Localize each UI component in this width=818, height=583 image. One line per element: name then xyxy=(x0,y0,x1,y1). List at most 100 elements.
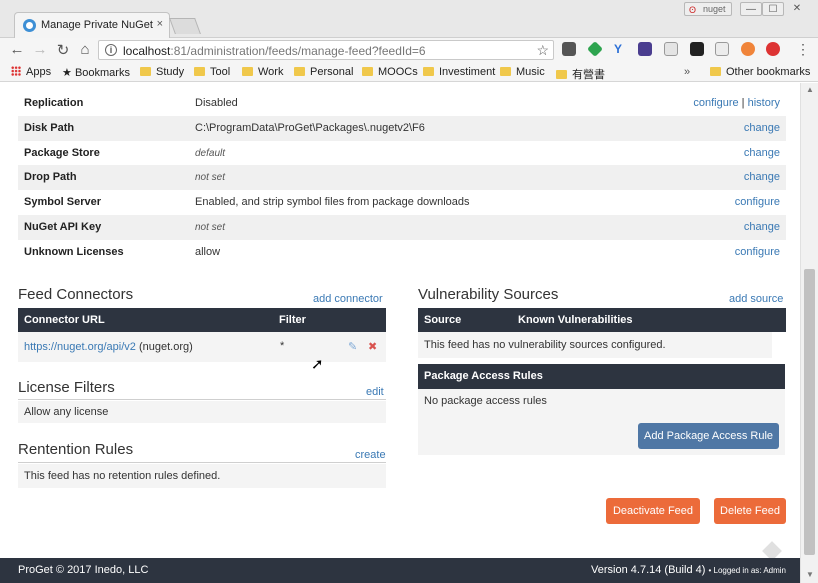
edit-connector-icon[interactable]: ✎ xyxy=(348,340,357,353)
bookmark-label: MOOCs xyxy=(378,66,418,78)
scroll-up-arrow-icon[interactable]: ▲ xyxy=(806,85,814,94)
create-retention-rule-link[interactable]: create xyxy=(355,449,386,461)
bookmark-apps[interactable]: Apps xyxy=(11,66,51,78)
bookmark-work[interactable]: Work xyxy=(242,66,283,78)
delete-connector-icon[interactable]: ✖ xyxy=(368,340,377,353)
add-connector-link[interactable]: add connector xyxy=(313,293,383,305)
apps-grid-icon xyxy=(11,66,21,76)
retention-row: This feed has no retention rules defined… xyxy=(18,464,386,488)
property-configure-link[interactable]: configure xyxy=(735,196,780,208)
bookmark-personal[interactable]: Personal xyxy=(294,66,353,78)
bookmark-label: 有營書 xyxy=(572,69,605,81)
bookmark-bookmarks[interactable]: ★ Bookmarks xyxy=(62,66,130,79)
folder-icon xyxy=(556,70,567,79)
property-label: Package Store xyxy=(24,146,100,159)
add-source-link[interactable]: add source xyxy=(729,293,783,305)
property-row: Package Store default change xyxy=(18,141,786,166)
vulnerability-sources-title: Vulnerability Sources xyxy=(418,286,559,303)
divider xyxy=(18,399,386,400)
bookmark-other[interactable]: Other bookmarks xyxy=(710,66,810,78)
add-package-access-rule-button[interactable]: Add Package Access Rule xyxy=(638,423,779,449)
tab-title: Manage Private NuGet F xyxy=(41,19,153,31)
bookmarks-overflow-icon[interactable]: » xyxy=(684,66,690,78)
connector-name: (nuget.org) xyxy=(138,341,193,353)
property-row: Symbol Server Enabled, and strip symbol f… xyxy=(18,190,786,215)
version-text: Version 4.7.14 (Build 4) xyxy=(591,564,706,576)
home-icon[interactable]: ⌂ xyxy=(76,41,94,58)
browser-tab[interactable]: Manage Private NuGet F × xyxy=(14,12,170,38)
reload-icon[interactable]: ↻ xyxy=(54,41,72,59)
property-history-link[interactable]: history xyxy=(748,97,780,109)
profile-name: nuget xyxy=(703,4,726,14)
source-header: Source xyxy=(424,314,462,326)
tab-close-icon[interactable]: × xyxy=(157,18,163,30)
close-window-button[interactable]: ✕ xyxy=(786,2,808,16)
back-icon[interactable]: ← xyxy=(8,41,26,58)
property-change-link[interactable]: change xyxy=(744,171,780,183)
logged-in-text: • Logged in as: Admin xyxy=(708,566,786,575)
feed-connectors-title: Feed Connectors xyxy=(18,286,134,303)
delete-feed-button[interactable]: Delete Feed xyxy=(714,498,786,524)
bookmark-chinese[interactable]: 有營書 xyxy=(556,66,605,82)
browser-menu-icon[interactable]: ⋮ xyxy=(796,41,810,58)
folder-icon xyxy=(362,67,373,76)
feed-properties-table: Replication Disabled configure | history Di… xyxy=(18,91,786,265)
property-change-link[interactable]: change xyxy=(744,122,780,134)
bookmark-label: Investiment xyxy=(439,66,496,78)
connector-url-link[interactable]: https://nuget.org/api/v2 xyxy=(24,341,136,353)
connector-cell: https://nuget.org/api/v2 (nuget.org) xyxy=(24,341,193,353)
scroll-thumb[interactable] xyxy=(804,269,815,555)
bookmark-music[interactable]: Music xyxy=(500,66,545,78)
page-content: Replication Disabled configure | history Di… xyxy=(0,83,800,558)
media-extension-icon[interactable] xyxy=(690,42,704,56)
onenote-extension-icon[interactable] xyxy=(638,42,652,56)
bookmark-star-icon[interactable]: ☆ xyxy=(536,42,549,59)
site-info-icon[interactable]: i xyxy=(105,44,117,56)
folder-icon xyxy=(194,67,205,76)
copy-extension-icon[interactable] xyxy=(664,42,678,56)
block-extension-icon[interactable] xyxy=(741,42,755,56)
y-extension-icon[interactable]: Y xyxy=(614,42,628,56)
proget-favicon-icon xyxy=(23,19,36,32)
minimize-button[interactable]: — xyxy=(740,2,762,16)
scroll-top-icon[interactable] xyxy=(762,541,782,558)
property-label: Drop Path xyxy=(24,171,77,184)
new-tab-button[interactable] xyxy=(169,18,201,34)
page-scrollbar[interactable]: ▲ ▼ xyxy=(800,83,818,583)
property-value: allow xyxy=(195,245,221,258)
property-change-link[interactable]: change xyxy=(744,221,780,233)
retention-empty-text: This feed has no retention rules defined… xyxy=(24,470,221,482)
deactivate-feed-button[interactable]: Deactivate Feed xyxy=(606,498,700,524)
property-actions: change xyxy=(744,122,780,134)
vulnerability-header: Source Known Vulnerabilities xyxy=(418,308,786,332)
property-change-link[interactable]: change xyxy=(744,147,780,159)
bookmark-label: Work xyxy=(258,66,284,78)
opera-extension-icon[interactable] xyxy=(766,42,780,56)
bookmark-study[interactable]: Study xyxy=(140,66,184,78)
folder-icon xyxy=(423,67,434,76)
package-access-empty-text: No package access rules xyxy=(424,395,547,407)
bookmark-moocs[interactable]: MOOCs xyxy=(362,66,418,78)
property-configure-link[interactable]: configure xyxy=(693,97,738,109)
edit-license-filters-link[interactable]: edit xyxy=(366,386,384,398)
bookmark-investiment[interactable]: Investiment xyxy=(423,66,495,78)
table-row: https://nuget.org/api/v2 (nuget.org) * ✎… xyxy=(18,332,386,362)
scroll-down-arrow-icon[interactable]: ▼ xyxy=(806,570,814,579)
known-vulnerabilities-header: Known Vulnerabilities xyxy=(518,314,633,326)
pocket-extension-icon[interactable] xyxy=(562,42,576,56)
profile-chip[interactable]: ʘ nuget xyxy=(684,2,732,16)
property-configure-link[interactable]: configure xyxy=(735,246,780,258)
package-access-rules-header: Package Access Rules xyxy=(418,364,785,389)
forward-icon[interactable]: → xyxy=(31,41,49,58)
connector-filter: * xyxy=(280,340,285,352)
bookmark-label: Music xyxy=(516,66,545,78)
property-actions: configure xyxy=(735,246,780,258)
property-label: NuGet API Key xyxy=(24,220,102,233)
address-bar[interactable]: i localhost:81/administration/feeds/mana… xyxy=(98,40,554,60)
license-filter-text: Allow any license xyxy=(24,406,109,418)
reader-extension-icon[interactable] xyxy=(715,42,729,56)
maximize-button[interactable]: ☐ xyxy=(762,2,784,16)
url-host: localhost xyxy=(123,44,171,58)
folder-icon xyxy=(500,67,511,76)
bookmark-tool[interactable]: Tool xyxy=(194,66,230,78)
